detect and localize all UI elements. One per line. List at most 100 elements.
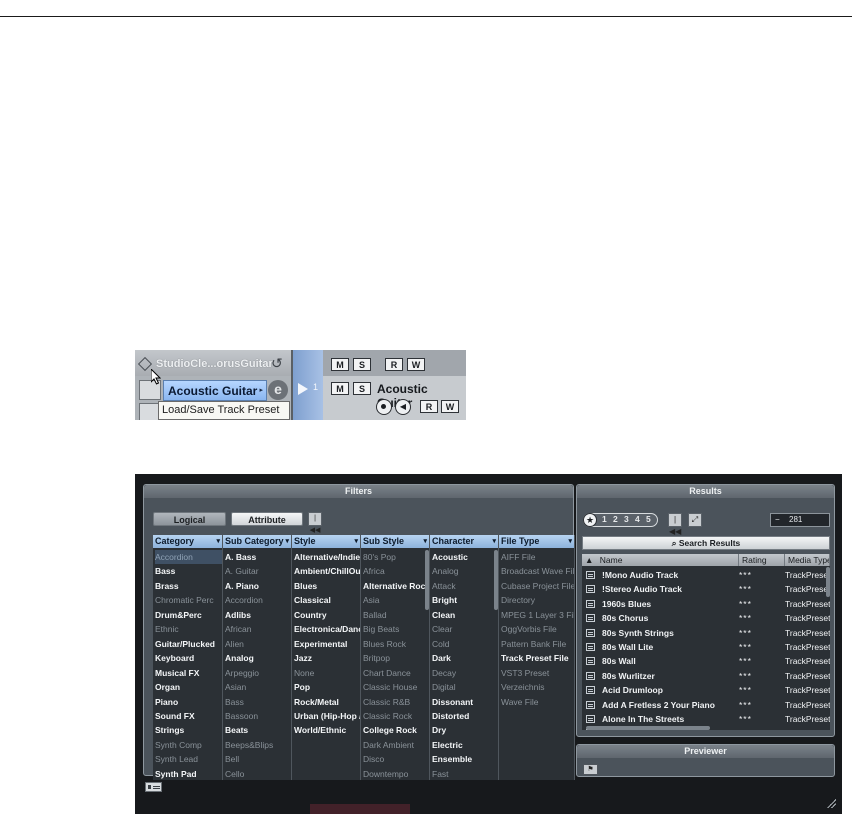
filter-column-header[interactable]: Sub Category ▾ [223, 535, 291, 548]
filter-item[interactable]: Bell [225, 752, 291, 766]
filter-item[interactable]: Verzeichnis [501, 680, 574, 694]
filter-item[interactable]: Attack [432, 579, 498, 593]
filter-item[interactable]: Chromatic Perc [155, 593, 222, 607]
filter-column-header[interactable]: Sub Style ▾ [361, 535, 429, 548]
filter-item[interactable]: Ensemble [432, 752, 498, 766]
filter-item[interactable]: Electronica/Dance [294, 622, 360, 636]
edit-instrument-button[interactable]: e [268, 380, 288, 400]
dropdown-arrow-icon[interactable]: ▾ [423, 535, 427, 548]
dropdown-arrow-icon[interactable]: ▾ [568, 535, 572, 548]
table-row[interactable]: !Stereo Audio Track *** TrackPreset [582, 582, 830, 596]
filter-item[interactable]: Clear [432, 622, 498, 636]
filter-item[interactable]: Accordion [155, 550, 222, 564]
filter-item[interactable]: Blues Rock [363, 637, 429, 651]
filter-item[interactable]: Classical [294, 593, 360, 607]
results-horizontal-scrollbar[interactable] [586, 726, 710, 730]
filter-item[interactable]: Distorted [432, 709, 498, 723]
filter-item[interactable]: Beeps&Blips [225, 738, 291, 752]
column-header-media-type[interactable]: Media Type [785, 554, 830, 566]
filter-item[interactable]: Clean [432, 608, 498, 622]
filter-item[interactable]: Blues [294, 579, 360, 593]
filter-item[interactable]: Dark Ambient [363, 738, 429, 752]
filter-item[interactable]: Dark [432, 651, 498, 665]
global-write-button[interactable]: W [407, 358, 425, 371]
filter-item[interactable]: MPEG 1 Layer 3 File [501, 608, 574, 622]
filter-column-header[interactable]: Character ▾ [430, 535, 498, 548]
filter-item[interactable]: Urban (Hip-Hop / R&B) [294, 709, 360, 723]
global-mute-button[interactable]: M [331, 358, 349, 371]
results-vertical-scrollbar[interactable] [826, 567, 830, 597]
filter-item[interactable]: A. Piano [225, 579, 291, 593]
filter-item[interactable]: 80's Pop [363, 550, 429, 564]
filter-item[interactable]: Arpeggio [225, 666, 291, 680]
dropdown-arrow-icon[interactable]: ▾ [216, 535, 220, 548]
write-button[interactable]: W [441, 400, 459, 413]
filter-item[interactable]: Alternative/Indie [294, 550, 360, 564]
rating-level-1[interactable]: 1 [602, 514, 607, 524]
table-row[interactable]: 1960s Blues *** TrackPreset [582, 597, 830, 611]
filter-item[interactable]: Britpop [363, 651, 429, 665]
previewer-options-icon[interactable]: ⚑ [583, 764, 598, 775]
table-row[interactable]: Alone In The Streets *** TrackPreset [582, 712, 830, 726]
filter-item[interactable]: Synth Pad [155, 767, 222, 781]
filter-item[interactable]: Chart Dance [363, 666, 429, 680]
rating-level-4[interactable]: 4 [635, 514, 640, 524]
global-solo-button[interactable]: S [353, 358, 371, 371]
filter-item[interactable]: College Rock [363, 723, 429, 737]
filter-item[interactable]: Big Beats [363, 622, 429, 636]
table-row[interactable]: 80s Wall *** TrackPreset [582, 654, 830, 668]
filter-item[interactable]: Bright [432, 593, 498, 607]
column-header-name[interactable]: ▲ Name [582, 554, 739, 566]
table-row[interactable]: 80s Wall Lite *** TrackPreset [582, 640, 830, 654]
table-row[interactable]: 80s Synth Strings *** TrackPreset [582, 626, 830, 640]
rating-level-2[interactable]: 2 [613, 514, 618, 524]
rating-level-5[interactable]: 5 [646, 514, 651, 524]
filter-item[interactable]: Classic Rock [363, 709, 429, 723]
rating-star-icon[interactable]: ★ [583, 513, 597, 527]
resize-grip-icon[interactable] [826, 798, 836, 808]
filter-item[interactable]: Digital [432, 680, 498, 694]
filter-item[interactable]: Directory [501, 593, 574, 607]
instrument-selector[interactable]: Acoustic Guitar ▸ [163, 380, 267, 401]
table-row[interactable]: Add A Fretless 2 Your Piano *** TrackPrese… [582, 698, 830, 712]
filter-item[interactable]: Alien [225, 637, 291, 651]
filter-item[interactable]: Wave File [501, 695, 574, 709]
reset-filters-icon[interactable]: |◀◀ [308, 512, 322, 534]
filter-column-scrollbar[interactable] [425, 550, 429, 610]
filter-item[interactable]: Acoustic [432, 550, 498, 564]
filter-item[interactable]: Experimental [294, 637, 360, 651]
filter-item[interactable]: Ethnic [155, 622, 222, 636]
filter-item[interactable]: Analog [432, 564, 498, 578]
filter-item[interactable]: Country [294, 608, 360, 622]
global-read-button[interactable]: R [385, 358, 403, 371]
filter-item[interactable]: Beats [225, 723, 291, 737]
filter-item[interactable]: Cubase Project File [501, 579, 574, 593]
filter-item[interactable]: Electric [432, 738, 498, 752]
filter-item[interactable]: Analog [225, 651, 291, 665]
filter-item[interactable]: Synth Comp [155, 738, 222, 752]
filter-item[interactable]: OggVorbis File [501, 622, 574, 636]
shuffle-results-icon[interactable]: ⤢ [688, 513, 702, 527]
filter-item[interactable]: Brass [155, 579, 222, 593]
filter-item[interactable]: Alternative Rock [363, 579, 429, 593]
filter-item[interactable]: Pop [294, 680, 360, 694]
reload-preset-icon[interactable]: ↺ [271, 355, 283, 372]
filter-item[interactable]: Piano [155, 695, 222, 709]
filter-item[interactable]: Bass [225, 695, 291, 709]
table-row[interactable]: 80s Chorus *** TrackPreset [582, 611, 830, 625]
table-row[interactable]: Acid Drumloop *** TrackPreset [582, 683, 830, 697]
filter-item[interactable]: Classic House [363, 680, 429, 694]
filter-item[interactable]: Sound FX [155, 709, 222, 723]
solo-button[interactable]: S [353, 382, 371, 395]
mute-button[interactable]: M [331, 382, 349, 395]
table-row[interactable]: !Mono Audio Track *** TrackPreset [582, 568, 830, 582]
filter-item[interactable]: Rock/Metal [294, 695, 360, 709]
filter-item[interactable]: Asia [363, 593, 429, 607]
filter-item[interactable]: Decay [432, 666, 498, 680]
filter-item[interactable]: Track Preset File [501, 651, 574, 665]
tab-attribute[interactable]: Attribute [231, 512, 303, 526]
filter-item[interactable]: Drum&Perc [155, 608, 222, 622]
dropdown-arrow-icon[interactable]: ▾ [354, 535, 358, 548]
filter-item[interactable]: Guitar/Plucked [155, 637, 222, 651]
filter-item[interactable]: Dry [432, 723, 498, 737]
